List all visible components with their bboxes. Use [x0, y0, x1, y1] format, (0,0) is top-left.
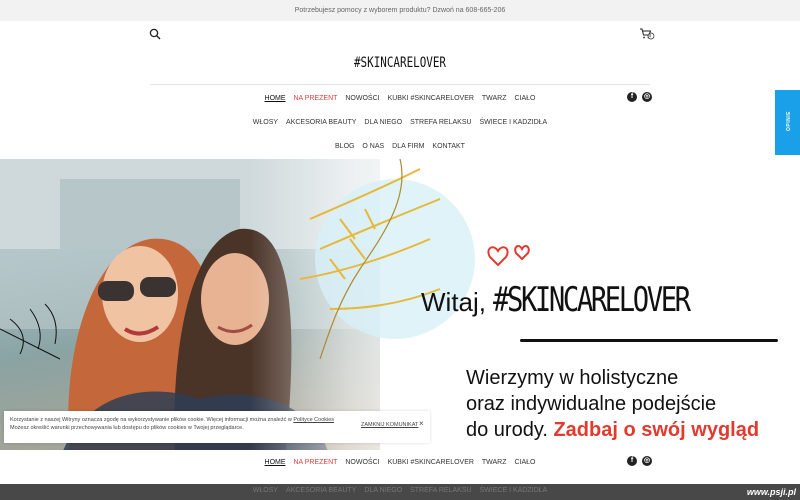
instagram-icon[interactable]: ◎ — [642, 92, 652, 102]
hero-copy: Wierzymy w holistyczne oraz indywidualne… — [466, 365, 759, 443]
brand-underline — [520, 339, 778, 342]
hero-title: Witaj, #SKINCARELOVER — [421, 280, 738, 320]
hero-greeting: Witaj, — [421, 287, 486, 317]
main-nav-row-2: WŁOSY AKCESORIA BEAUTY DLA NIEGO STREFA … — [0, 119, 800, 126]
nav-wlosy[interactable]: WŁOSY — [253, 119, 278, 126]
nav-akcesoria[interactable]: AKCESORIA BEAUTY — [286, 119, 356, 126]
sticky-nav-twarz[interactable]: TWARZ — [482, 459, 507, 466]
hero-brand: #SKINCARELOVER — [493, 280, 691, 320]
nav-dla-firm[interactable]: DLA FIRM — [392, 143, 424, 150]
sticky-social-links: f ◎ — [627, 456, 652, 466]
sticky-nav-home[interactable]: HOME — [265, 459, 286, 466]
sticky-facebook-icon[interactable]: f — [627, 456, 637, 466]
hero-line-1: Wierzymy w holistyczne — [466, 367, 679, 389]
sticky-instagram-icon[interactable]: ◎ — [642, 456, 652, 466]
facebook-icon[interactable]: f — [627, 92, 637, 102]
cart-count: 0 — [648, 32, 652, 38]
opinie-label: OPINIE — [785, 111, 792, 131]
hero-line-3-plain: do urody. — [466, 419, 548, 441]
main-nav-row-3: BLOG O NAS DLA FIRM KONTAKT — [0, 143, 800, 150]
help-bar: Potrzebujesz pomocy z wyborem produktu? … — [0, 0, 800, 21]
sticky-nav-cialo[interactable]: CIAŁO — [514, 459, 535, 466]
nav-nowosci[interactable]: NOWOŚCI — [345, 95, 379, 102]
sticky-nav-nowosci[interactable]: NOWOŚCI — [345, 459, 379, 466]
cart-icon — [640, 28, 655, 40]
sticky-nav-swiece[interactable]: ŚWIECE I KADZIDŁA — [480, 487, 548, 494]
sticky-nav-bar: WŁOSY AKCESORIA BEAUTY DLA NIEGO STREFA … — [0, 484, 800, 500]
help-text: Potrzebujesz pomocy z wyborem produktu? … — [294, 7, 506, 14]
sticky-nav-akcesoria[interactable]: AKCESORIA BEAUTY — [286, 487, 356, 494]
nav-o-nas[interactable]: O NAS — [362, 143, 384, 150]
nav-kontakt[interactable]: KONTAKT — [432, 143, 465, 150]
site-logo[interactable]: #SKINCARELOVER — [88, 55, 712, 71]
hero-line-3: do urody. Zadbaj o swój wygląd — [466, 417, 759, 443]
nav-twarz[interactable]: TWARZ — [482, 95, 507, 102]
sticky-nav-row-2: WŁOSY AKCESORIA BEAUTY DLA NIEGO STREFA … — [0, 487, 800, 494]
main-nav-row-1: HOME NA PREZENT NOWOŚCI KUBKI #SKINCAREL… — [0, 95, 800, 102]
nav-kubki[interactable]: KUBKI #SKINCARELOVER — [388, 95, 474, 102]
opinie-tab[interactable]: OPINIE — [775, 90, 800, 155]
watermark: www.psji.pl — [746, 487, 796, 497]
cookie-policy-link[interactable]: Polityce Cookies — [293, 417, 334, 423]
nav-swiece[interactable]: ŚWIECE I KADZIDŁA — [480, 119, 548, 126]
nav-blog[interactable]: BLOG — [335, 143, 354, 150]
cookie-text-1: Korzystanie z naszej Witryny oznacza zgo… — [10, 416, 350, 424]
search-button[interactable] — [149, 27, 161, 40]
nav-cialo[interactable]: CIAŁO — [514, 95, 535, 102]
hero-line-3-highlight: Zadbaj o swój wygląd — [553, 419, 760, 441]
sticky-nav-strefa-relaksu[interactable]: STREFA RELAKSU — [410, 487, 471, 494]
sticky-nav-kubki[interactable]: KUBKI #SKINCARELOVER — [388, 459, 474, 466]
sticky-nav-wlosy[interactable]: WŁOSY — [253, 487, 278, 494]
close-icon[interactable]: × — [419, 420, 424, 428]
cookie-banner: Korzystanie z naszej Witryny oznacza zgo… — [4, 411, 430, 443]
nav-strefa-relaksu[interactable]: STREFA RELAKSU — [410, 119, 471, 126]
sticky-nav-dla-niego[interactable]: DLA NIEGO — [364, 487, 402, 494]
sticky-nav-na-prezent[interactable]: NA PREZENT — [293, 459, 337, 466]
nav-dla-niego[interactable]: DLA NIEGO — [364, 119, 402, 126]
cookie-message: Korzystanie z naszej Witryny oznacza zgo… — [10, 417, 292, 423]
cart-button[interactable]: 0 — [639, 27, 655, 41]
cookie-close-button[interactable]: ZAMKNIJ KOMUNIKAT — [361, 421, 418, 429]
hero-line-2: oraz indywidualne podejście — [466, 393, 717, 415]
social-links: f ◎ — [627, 92, 652, 102]
nav-home[interactable]: HOME — [265, 95, 286, 102]
sticky-nav-row-1: HOME NA PREZENT NOWOŚCI KUBKI #SKINCAREL… — [0, 459, 800, 466]
nav-na-prezent[interactable]: NA PREZENT — [293, 95, 337, 102]
header-divider — [150, 84, 650, 85]
search-icon — [149, 28, 161, 40]
